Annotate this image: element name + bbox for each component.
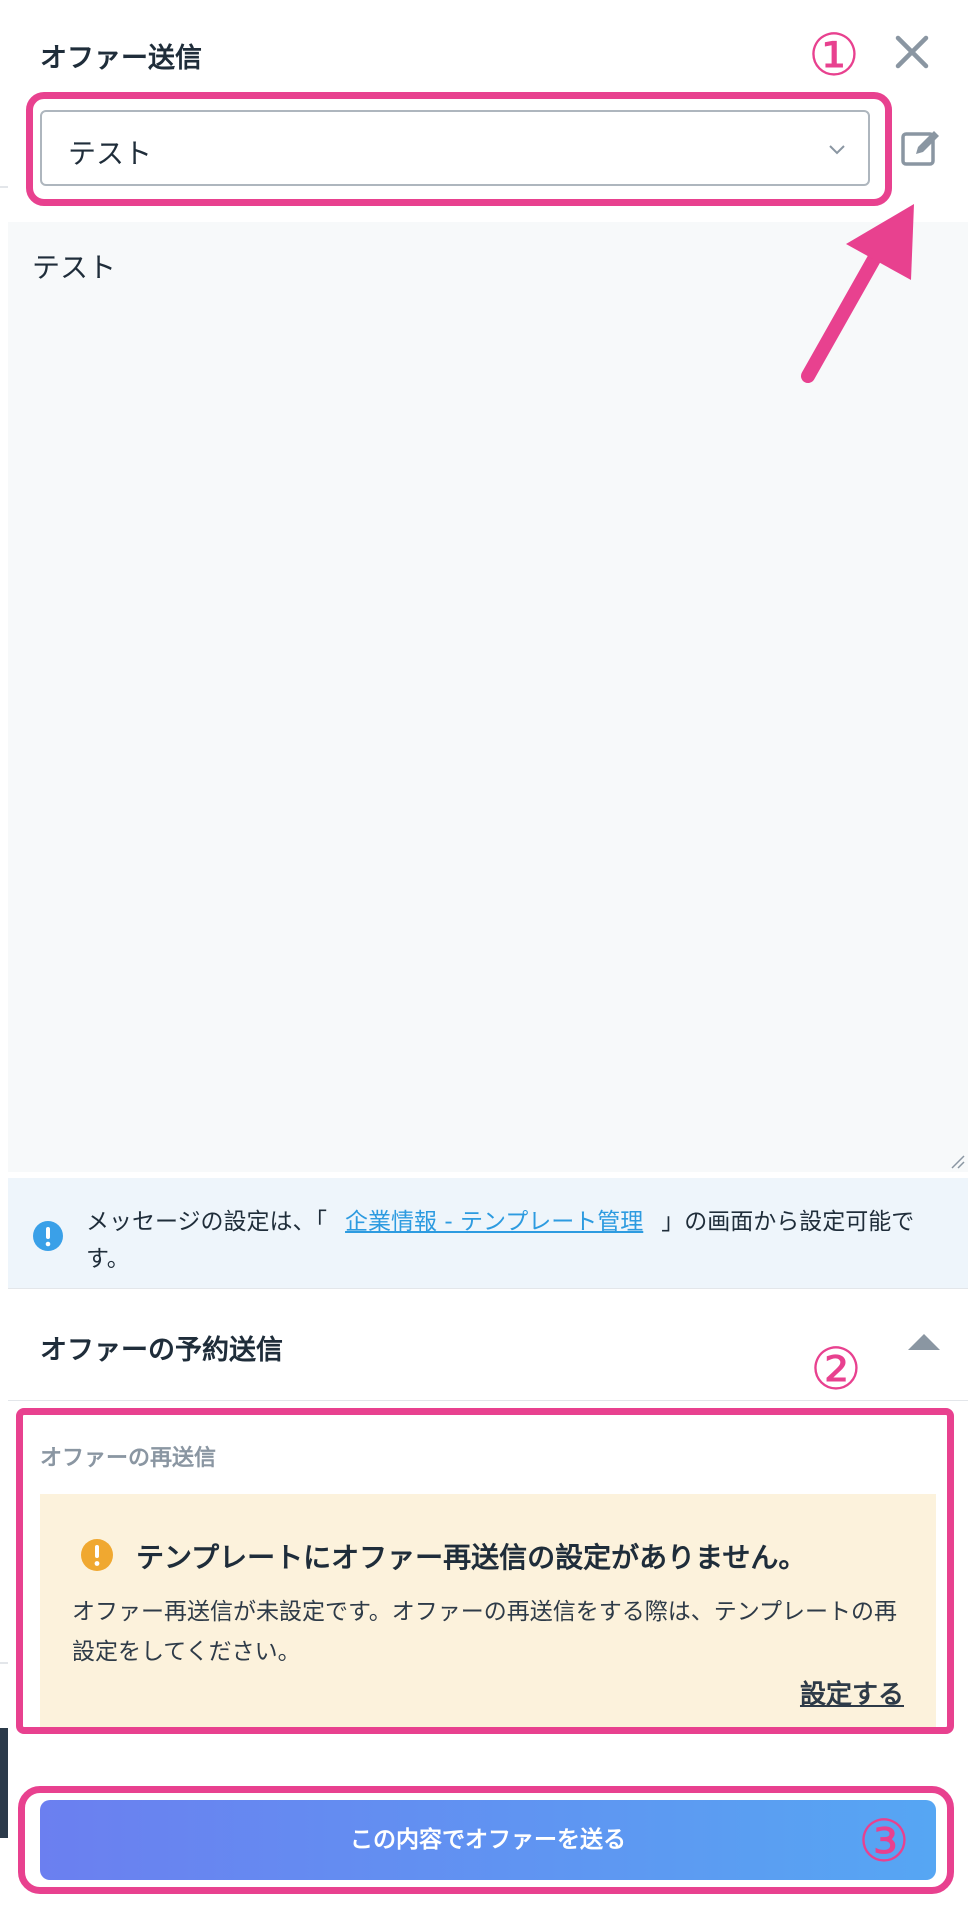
caret-up-icon bbox=[908, 1334, 940, 1350]
template-management-link[interactable]: 企業情報 - テンプレート管理 bbox=[345, 1209, 643, 1235]
info-notice: メッセージの設定は、「 企業情報 - テンプレート管理 」の画面から設定可能です。 bbox=[8, 1178, 968, 1288]
divider bbox=[8, 1288, 968, 1289]
close-button[interactable] bbox=[888, 28, 936, 76]
message-text: テスト bbox=[32, 251, 117, 284]
panel-title: オファー送信 bbox=[40, 43, 202, 74]
edit-icon bbox=[901, 131, 939, 166]
annotation-highlight bbox=[16, 1408, 954, 1734]
info-icon bbox=[33, 1221, 63, 1251]
annotation-number: ③ bbox=[858, 1807, 910, 1875]
annotation-highlight bbox=[26, 92, 892, 206]
resize-handle-icon[interactable] bbox=[948, 1152, 966, 1170]
background-element bbox=[0, 1728, 8, 1838]
annotation-number: ② bbox=[810, 1335, 862, 1403]
collapse-section-button[interactable] bbox=[905, 1330, 943, 1354]
edit-template-button[interactable] bbox=[898, 126, 942, 170]
close-icon bbox=[895, 35, 929, 69]
scheduled-send-title: オファーの予約送信 bbox=[40, 1335, 283, 1366]
info-text-prefix: メッセージの設定は、「 bbox=[86, 1209, 328, 1235]
info-text: メッセージの設定は、「 企業情報 - テンプレート管理 」の画面から設定可能です。 bbox=[86, 1204, 946, 1278]
annotation-number: ① bbox=[808, 21, 860, 89]
annotation-highlight bbox=[18, 1786, 954, 1894]
annotation-arrow-icon bbox=[801, 204, 914, 383]
